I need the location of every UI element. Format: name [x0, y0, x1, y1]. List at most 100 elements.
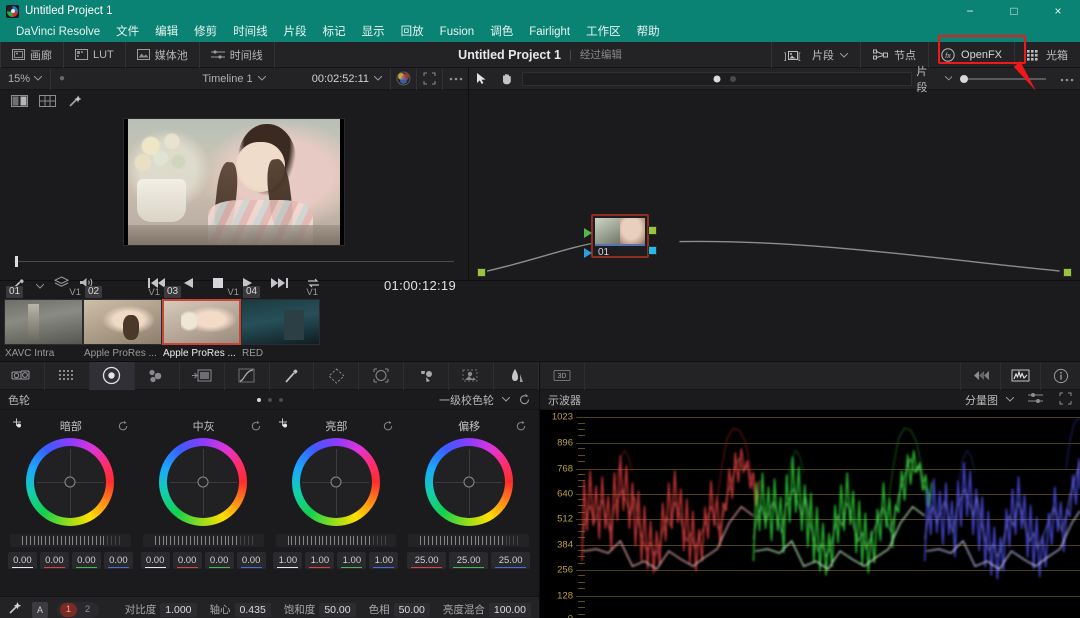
reset-icon[interactable] — [518, 393, 531, 406]
wand-icon[interactable] — [8, 601, 23, 618]
node-key-input-port[interactable] — [584, 248, 592, 258]
menu-item-help[interactable]: 帮助 — [629, 22, 668, 42]
lift-y-value[interactable]: 0.00 — [7, 552, 37, 569]
saturation-value[interactable]: 50.00 — [319, 602, 356, 617]
offset-b-value[interactable]: 25.00 — [491, 552, 531, 569]
lum-mix-field[interactable]: 亮度混合 100.00 — [443, 602, 531, 617]
3d-icon[interactable]: 3D — [540, 361, 585, 390]
gain-b-value[interactable]: 1.00 — [369, 552, 399, 569]
scopes-icon[interactable] — [1000, 361, 1040, 390]
gamma-master-slider[interactable] — [142, 534, 264, 547]
lift-r-value[interactable]: 0.00 — [39, 552, 69, 569]
info-icon[interactable] — [1040, 361, 1080, 390]
contrast-value[interactable]: 1.000 — [160, 602, 197, 617]
reset-icon[interactable] — [382, 420, 394, 432]
color-match-icon[interactable] — [45, 361, 90, 390]
gain-y-value[interactable]: 1.00 — [273, 552, 303, 569]
chevron-down-icon[interactable] — [944, 76, 953, 81]
lift-color-wheel[interactable] — [26, 438, 115, 526]
node-options-icon[interactable] — [1054, 73, 1074, 85]
gain-color-wheel[interactable] — [291, 438, 380, 526]
clip-thumbnail[interactable] — [4, 299, 83, 345]
clip-item[interactable]: 04 V1 RED — [241, 285, 320, 359]
color-wheels-icon[interactable] — [89, 361, 135, 390]
split-view-icon[interactable] — [5, 91, 33, 111]
version-badge[interactable]: A — [32, 601, 48, 618]
menu-item-workspace[interactable]: 工作区 — [578, 22, 629, 42]
lift-b-value[interactable]: 0.00 — [103, 552, 133, 569]
scope-mode-label[interactable]: 分量图 — [965, 392, 998, 408]
menu-item-playback[interactable]: 回放 — [393, 22, 432, 42]
camera-raw-icon[interactable] — [0, 361, 45, 390]
node-size-slider[interactable] — [960, 74, 1046, 83]
magic-mask-icon[interactable] — [449, 361, 495, 390]
menu-item-fusion[interactable]: Fusion — [432, 22, 483, 42]
expand-icon[interactable] — [1051, 392, 1072, 408]
offset-r-value[interactable]: 25.00 — [407, 552, 447, 569]
maximize-button[interactable]: □ — [992, 0, 1036, 22]
offset-master-slider[interactable] — [408, 534, 529, 547]
menu-item-color[interactable]: 调色 — [482, 22, 521, 42]
gain-wheel-knob[interactable] — [330, 476, 342, 488]
lift-g-value[interactable]: 0.00 — [71, 552, 101, 569]
node-zoom-knob-secondary[interactable] — [729, 75, 736, 82]
menu-item-mark[interactable]: 标记 — [315, 22, 354, 42]
menu-item-timeline[interactable]: 时间线 — [225, 22, 276, 42]
clip-thumbnail[interactable] — [162, 299, 241, 345]
source-terminal[interactable] — [477, 268, 486, 277]
offset-color-wheel[interactable] — [424, 438, 513, 526]
scrubber[interactable] — [0, 252, 468, 268]
node-rgb-input-port[interactable] — [584, 228, 592, 238]
collapse-panel-icon[interactable] — [960, 361, 1000, 390]
primaries-bars-icon[interactable] — [135, 361, 180, 390]
gamma-wheel-knob[interactable] — [197, 476, 209, 488]
menu-item-file[interactable]: 文件 — [108, 22, 147, 42]
gamma-r-value[interactable]: 0.00 — [172, 552, 202, 569]
menu-item-resolve[interactable]: DaVinci Resolve — [8, 22, 108, 42]
color-warper-icon[interactable] — [270, 361, 315, 390]
viewer-options-icon[interactable] — [442, 67, 468, 90]
output-terminal[interactable] — [1063, 268, 1072, 277]
clip-thumbnail[interactable] — [241, 299, 320, 345]
menu-item-clip[interactable]: 片段 — [276, 22, 315, 42]
lift-master-slider[interactable] — [10, 534, 131, 547]
arrow-select-icon[interactable] — [469, 68, 494, 90]
qualifier-icon[interactable] — [314, 361, 360, 390]
gamma-b-value[interactable]: 0.00 — [236, 552, 266, 569]
gain-picker-icon[interactable] — [278, 418, 291, 434]
zoom-selector[interactable]: 15% — [0, 67, 52, 90]
gain-master-slider[interactable] — [275, 534, 397, 547]
hue-field[interactable]: 色相 50.00 — [369, 602, 430, 617]
node-zoom-knob[interactable] — [713, 75, 721, 82]
pivot-value[interactable]: 0.435 — [234, 602, 271, 617]
close-button[interactable]: × — [1036, 0, 1080, 22]
menu-item-trim[interactable]: 修剪 — [186, 22, 225, 42]
gamma-y-value[interactable]: 0.00 — [140, 552, 170, 569]
fullscreen-icon[interactable] — [416, 67, 442, 90]
lift-wheel-knob[interactable] — [64, 476, 76, 488]
gain-g-value[interactable]: 1.00 — [337, 552, 367, 569]
media-pool-button[interactable]: 媒体池 — [126, 41, 200, 68]
pivot-field[interactable]: 轴心 0.435 — [210, 602, 271, 617]
timeline-button[interactable]: 时间线 — [200, 41, 275, 68]
sliders-icon[interactable] — [1022, 392, 1043, 407]
corrector-node-01[interactable]: 01 — [584, 214, 657, 258]
curves-icon[interactable] — [225, 361, 270, 390]
node-rgb-output-port[interactable] — [648, 226, 657, 235]
gamma-color-wheel[interactable] — [159, 438, 248, 526]
node-canvas[interactable]: 01 — [469, 90, 1080, 280]
reset-icon[interactable] — [250, 420, 262, 432]
duration-display[interactable]: 00:02:52:11 — [304, 73, 390, 85]
gallery-button[interactable]: 画廊 — [0, 41, 64, 68]
contrast-field[interactable]: 对比度 1.000 — [125, 602, 197, 617]
clip-item[interactable]: 02 V1 Apple ProRes ... — [83, 285, 162, 359]
reset-icon[interactable] — [117, 420, 129, 432]
playhead[interactable] — [15, 256, 18, 267]
menu-item-view[interactable]: 显示 — [354, 22, 393, 42]
node-zoom-track[interactable] — [522, 71, 913, 86]
offset-wheel-knob[interactable] — [463, 476, 475, 488]
lift-picker-icon[interactable] — [12, 418, 25, 434]
node-key-output-port[interactable] — [648, 246, 657, 255]
menu-item-fairlight[interactable]: Fairlight — [521, 22, 578, 42]
chevron-down-icon[interactable] — [1006, 397, 1014, 402]
